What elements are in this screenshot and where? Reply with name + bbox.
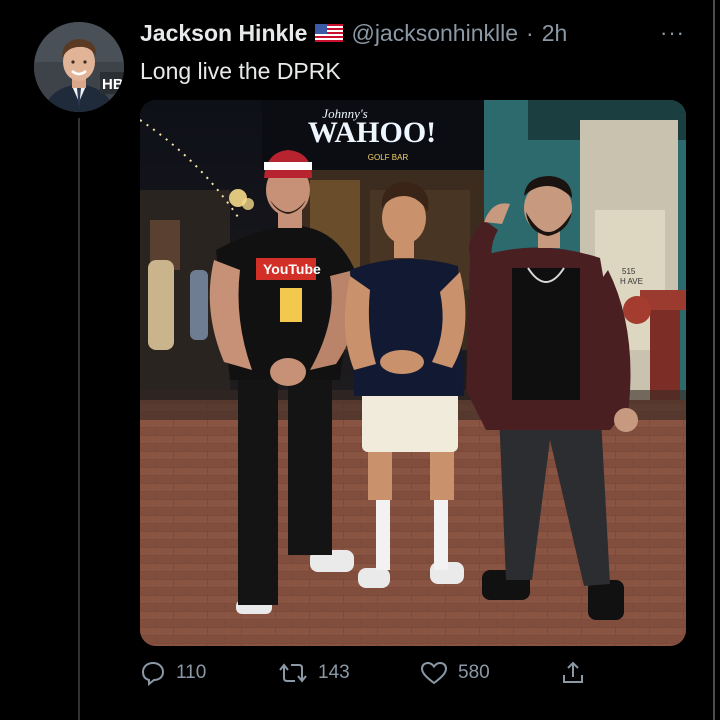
wall-text-1: 515 <box>622 267 636 276</box>
retweet-button[interactable]: 143 <box>278 660 350 686</box>
right-edge-border <box>713 0 715 720</box>
tweet-media[interactable]: WAHOO! Johnny's GOLF BAR 515 H AVE YouTu… <box>140 100 686 646</box>
tweet-text: Long live the DPRK <box>140 58 341 84</box>
separator-dot: · <box>526 19 534 46</box>
tweet-actions: 110 143 580 <box>140 660 600 694</box>
us-flag-icon <box>315 24 344 42</box>
share-button[interactable] <box>560 660 586 686</box>
wall-text-2: H AVE <box>620 277 643 286</box>
like-button[interactable]: 580 <box>420 660 490 686</box>
sign-script-text: Johnny's <box>322 106 367 121</box>
media-photo: WAHOO! Johnny's GOLF BAR 515 H AVE YouTu… <box>140 100 686 646</box>
timestamp[interactable]: 2h <box>542 20 568 47</box>
more-options-icon[interactable]: ··· <box>660 20 685 46</box>
author-name[interactable]: Jackson Hinkle <box>140 20 307 47</box>
reply-icon <box>141 661 165 686</box>
thread-line <box>78 118 80 720</box>
avatar-image: HB <box>34 22 124 112</box>
share-icon <box>563 661 583 683</box>
avatar[interactable]: HB <box>34 22 124 112</box>
tweet-header: Jackson Hinkle @jacksonhinklle · 2h <box>140 18 567 48</box>
reply-button[interactable]: 110 <box>140 660 206 686</box>
retweet-icon <box>279 663 307 683</box>
avatar-logo-text: HB <box>102 76 124 93</box>
sign-sub-text: GOLF BAR <box>368 153 409 162</box>
tweet-screen: HB Jackson Hinkle @jacksonhinklle · 2h ·… <box>0 0 720 720</box>
heart-icon <box>420 661 448 685</box>
reply-count: 110 <box>176 662 207 683</box>
shirt-text: YouTube <box>263 261 321 277</box>
author-handle[interactable]: @jacksonhinklle <box>351 20 518 47</box>
retweet-count: 143 <box>318 662 350 683</box>
like-count: 580 <box>458 662 490 683</box>
